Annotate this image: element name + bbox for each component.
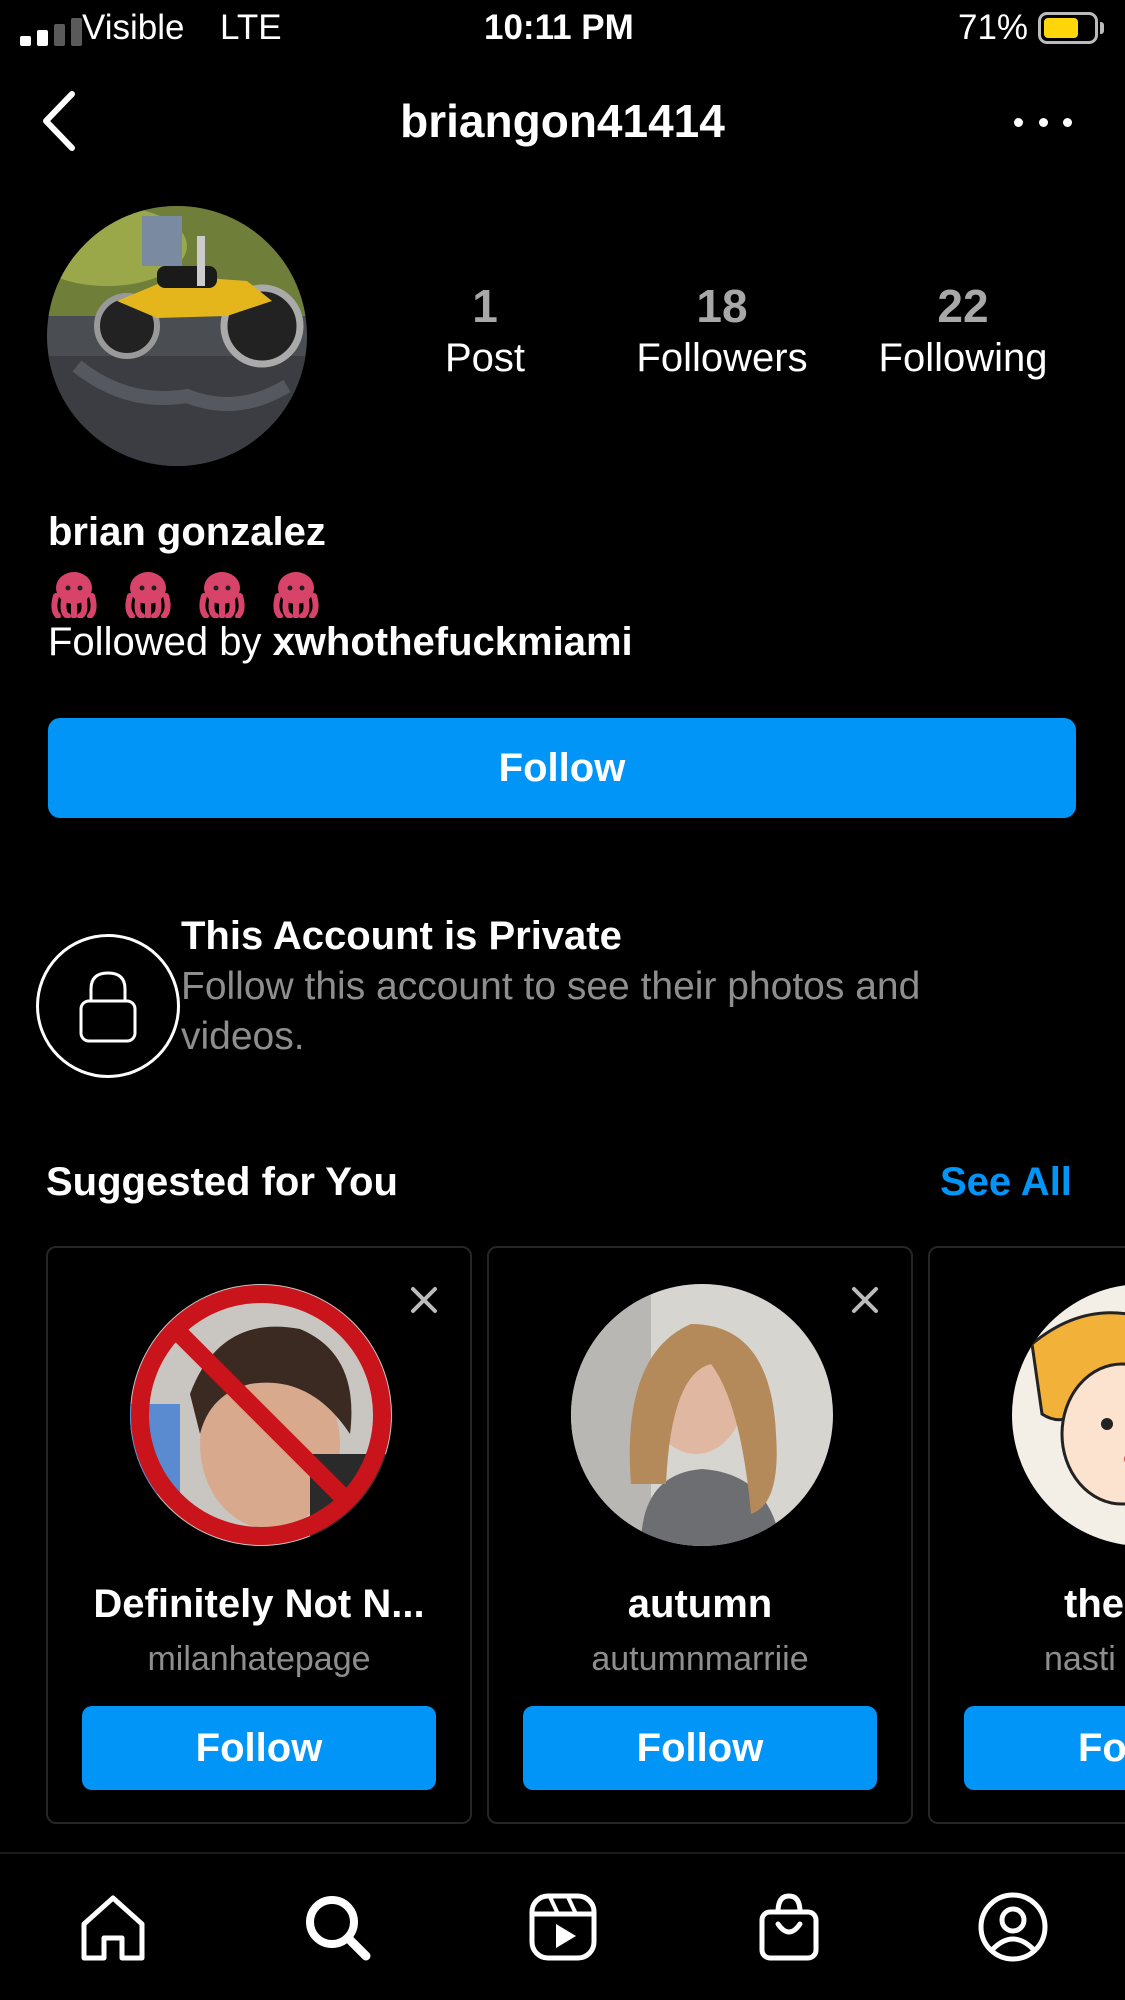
- network-type-label: LTE: [220, 8, 282, 47]
- home-icon[interactable]: [76, 1890, 150, 1964]
- bottom-nav-divider: [0, 1852, 1125, 1854]
- stat-following[interactable]: 22 Following: [858, 280, 1068, 384]
- stat-following-count: 22: [937, 280, 989, 332]
- dismiss-icon[interactable]: [408, 1284, 440, 1316]
- suggested-avatar[interactable]: [571, 1284, 833, 1546]
- battery-percent: 71%: [958, 8, 1029, 47]
- follow-button[interactable]: Follow: [48, 718, 1076, 818]
- shop-icon[interactable]: [752, 1890, 826, 1964]
- suggested-card[interactable]: autumn autumnmarriie Follow: [487, 1246, 913, 1824]
- dismiss-icon[interactable]: [849, 1284, 881, 1316]
- stat-followers-label: Followers: [636, 336, 808, 380]
- stat-followers-count: 18: [696, 280, 748, 332]
- octopus-emoji-icon: [273, 572, 319, 618]
- followed-by-line[interactable]: Followed by xwhothefuckmiami: [48, 620, 633, 665]
- status-time: 10:11 PM: [484, 8, 634, 47]
- suggested-username: nasti: [1044, 1640, 1116, 1678]
- stat-posts-count: 1: [472, 280, 498, 332]
- suggested-follow-button[interactable]: Fo: [964, 1706, 1125, 1790]
- suggested-name: the: [1064, 1582, 1124, 1626]
- profile-avatar[interactable]: [47, 206, 307, 466]
- followed-by-prefix: Followed by: [48, 620, 273, 664]
- more-options-icon[interactable]: [1014, 112, 1072, 132]
- suggested-follow-button[interactable]: Follow: [82, 1706, 436, 1790]
- see-all-link[interactable]: See All: [940, 1160, 1072, 1205]
- octopus-emoji-icon: [199, 572, 245, 618]
- profile-icon[interactable]: [976, 1890, 1050, 1964]
- reels-icon[interactable]: [526, 1890, 600, 1964]
- followed-by-username[interactable]: xwhothefuckmiami: [273, 620, 633, 664]
- profile-full-name: brian gonzalez: [48, 510, 326, 554]
- carrier-label: Visible: [82, 8, 185, 47]
- suggested-avatar[interactable]: [1012, 1284, 1125, 1546]
- stat-following-label: Following: [878, 336, 1048, 380]
- stat-followers[interactable]: 18 Followers: [617, 280, 827, 384]
- cellular-signal-icon: [20, 18, 90, 46]
- stat-posts[interactable]: 1 Post: [380, 280, 590, 384]
- suggested-card[interactable]: Definitely Not N... milanhatepage Follow: [46, 1246, 472, 1824]
- private-account-subtitle: Follow this account to see their photos …: [181, 965, 921, 1058]
- suggested-card[interactable]: the nasti Fo: [928, 1246, 1125, 1824]
- suggested-title: Suggested for You: [46, 1160, 398, 1204]
- suggested-avatar[interactable]: [130, 1284, 392, 1546]
- private-account-title: This Account is Private: [181, 914, 622, 958]
- battery-icon: [1038, 12, 1098, 44]
- battery-nub: [1100, 22, 1104, 34]
- suggested-username: autumnmarriie: [591, 1640, 809, 1678]
- octopus-emoji-icon: [125, 572, 171, 618]
- profile-username-title: briangon41414: [400, 95, 725, 147]
- bio-emojis: [48, 570, 322, 618]
- lock-icon: [36, 934, 180, 1078]
- suggested-username: milanhatepage: [147, 1640, 371, 1678]
- suggested-name: autumn: [627, 1582, 773, 1626]
- search-icon[interactable]: [300, 1890, 374, 1964]
- suggested-follow-button[interactable]: Follow: [523, 1706, 877, 1790]
- suggested-name: Definitely Not N...: [93, 1582, 425, 1626]
- octopus-emoji-icon: [51, 572, 97, 618]
- stat-posts-label: Post: [444, 336, 526, 380]
